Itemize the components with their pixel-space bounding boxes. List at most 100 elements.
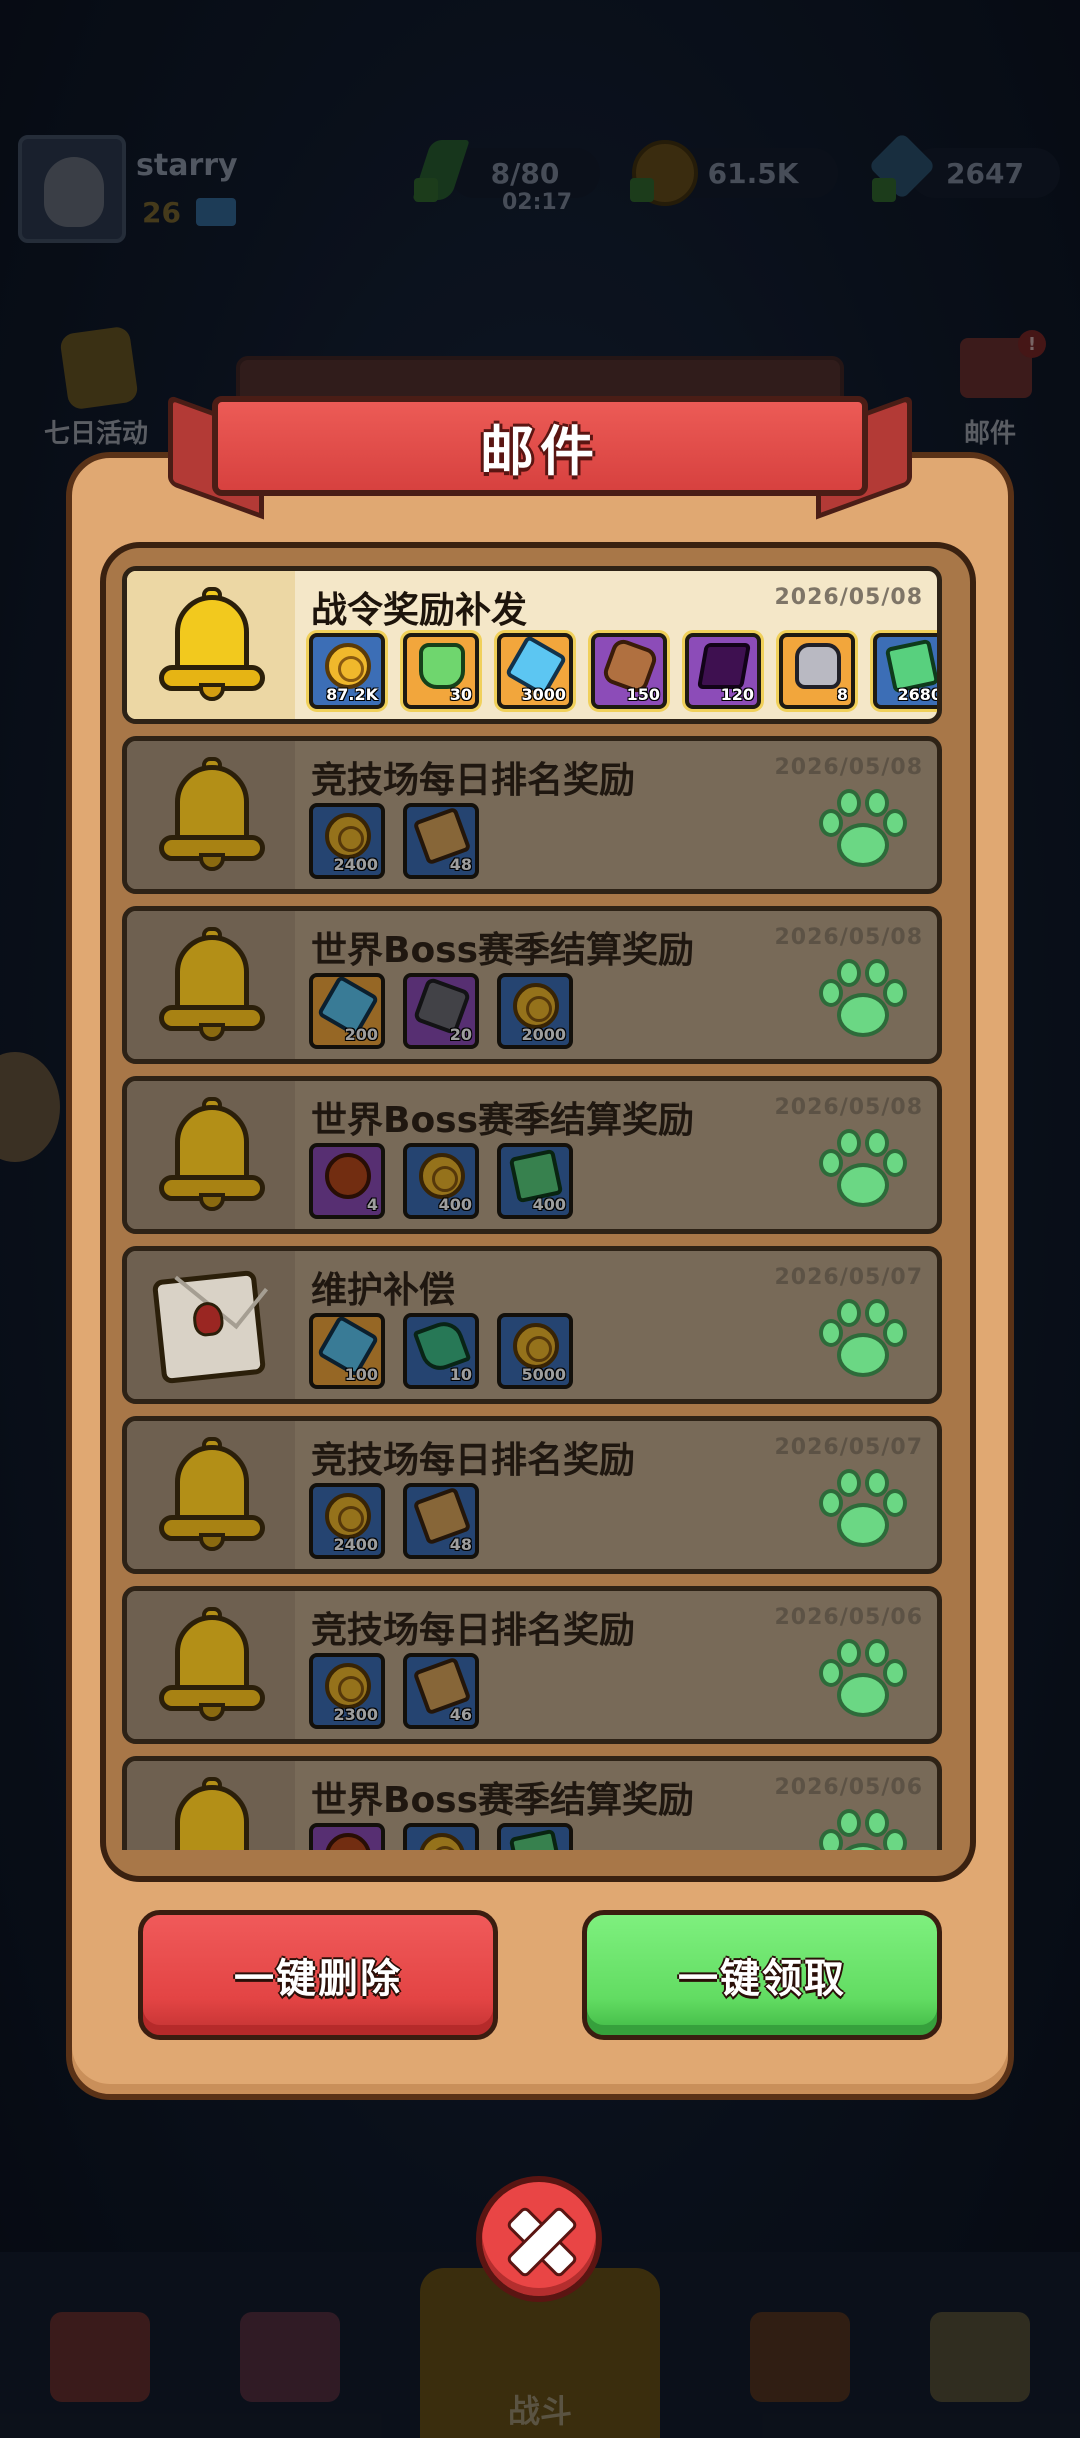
coin-icon: [419, 1833, 465, 1850]
reward-item-ticket[interactable]: 48: [403, 1483, 479, 1559]
reward-qty: 2400: [333, 855, 378, 874]
reward-qty: 150: [626, 685, 660, 704]
mail-date: 2026/05/08: [774, 585, 923, 610]
reward-items: [309, 1823, 573, 1850]
reward-item-coin[interactable]: [403, 1823, 479, 1850]
mail-title: 战令奖励补发: [311, 590, 528, 631]
mail-row[interactable]: 世界Boss赛季结算奖励 2026/05/06: [122, 1756, 942, 1850]
delete-all-label: 一键删除: [234, 1956, 402, 2002]
reward-qty: 20: [449, 1025, 472, 1044]
mail-icon-box: [127, 741, 295, 889]
claimed-paw-icon: [815, 1633, 911, 1729]
reward-qty: 4: [366, 1195, 378, 1214]
reward-items: 2400 48: [309, 1483, 479, 1563]
mail-title: 世界Boss赛季结算奖励: [311, 1780, 695, 1821]
reward-qty: 5000: [521, 1365, 566, 1384]
flame-icon: [325, 1153, 371, 1199]
reward-item-flame[interactable]: 4: [309, 1143, 385, 1219]
reward-items: 100 10 5000: [309, 1313, 573, 1393]
reward-item-coin[interactable]: 2000: [497, 973, 573, 1049]
mail-row[interactable]: 竞技场每日排名奖励 2026/05/06 2300 46: [122, 1586, 942, 1744]
reward-qty: 46: [449, 1705, 472, 1724]
reward-item-coin[interactable]: 2300: [309, 1653, 385, 1729]
bell-icon: [157, 1097, 267, 1215]
mail-date: 2026/05/08: [774, 755, 923, 780]
claimed-paw-icon: [815, 1463, 911, 1559]
bell-icon: [157, 927, 267, 1045]
mail-icon-box: [127, 1251, 295, 1399]
reward-item-leaf[interactable]: 10: [403, 1313, 479, 1389]
coin-icon: [325, 1663, 371, 1709]
delete-all-button[interactable]: 一键删除: [138, 1910, 498, 2040]
coin-icon: [325, 813, 371, 859]
reward-qty: 2680: [897, 685, 942, 704]
reward-item-exp[interactable]: [497, 1823, 573, 1850]
mail-title: 世界Boss赛季结算奖励: [311, 930, 695, 971]
mail-row[interactable]: 战令奖励补发 2026/05/08 87.2K 30 3000 150 120 8 2680: [122, 566, 942, 724]
claimed-paw-icon: [815, 783, 911, 879]
mail-row[interactable]: 维护补偿 2026/05/07 100 10 5000: [122, 1246, 942, 1404]
mail-title: 竞技场每日排名奖励: [311, 760, 636, 801]
claimed-paw-icon: [815, 1803, 911, 1850]
mail-icon-box: [127, 1761, 295, 1850]
mail-date: 2026/05/06: [774, 1775, 923, 1800]
claim-all-button[interactable]: 一键领取: [582, 1910, 942, 2040]
mail-date: 2026/05/08: [774, 925, 923, 950]
reward-item-coin[interactable]: 400: [403, 1143, 479, 1219]
mail-icon-box: [127, 1421, 295, 1569]
reward-items: 200 20 2000: [309, 973, 573, 1053]
reward-item-flame[interactable]: [309, 1823, 385, 1850]
reward-qty: 2400: [333, 1535, 378, 1554]
bell-icon: [157, 757, 267, 875]
reward-item-mystery[interactable]: 20: [403, 973, 479, 1049]
reward-item-gem[interactable]: 100: [309, 1313, 385, 1389]
coin-icon: [513, 1323, 559, 1369]
mail-icon-box: [127, 911, 295, 1059]
reward-item-coin[interactable]: 87.2K: [309, 633, 385, 709]
reward-item-exp[interactable]: 2680: [873, 633, 942, 709]
mail-row[interactable]: 竞技场每日排名奖励 2026/05/07 2400 48: [122, 1416, 942, 1574]
reward-qty: 87.2K: [326, 685, 378, 704]
mail-title: 竞技场每日排名奖励: [311, 1440, 636, 1481]
reward-item-gem[interactable]: 200: [309, 973, 385, 1049]
reward-item-potion[interactable]: 30: [403, 633, 479, 709]
reward-qty: 100: [344, 1365, 378, 1384]
coin-icon: [325, 1493, 371, 1539]
mail-list[interactable]: 战令奖励补发 2026/05/08 87.2K 30 3000 150 120 8 2680 竞技…: [118, 560, 946, 1850]
coin-icon: [325, 643, 371, 689]
mail-date: 2026/05/08: [774, 1095, 923, 1120]
reward-item-ticket[interactable]: 46: [403, 1653, 479, 1729]
mail-icon-box: [127, 1081, 295, 1229]
mail-title: 维护补偿: [311, 1270, 456, 1311]
potion-icon: [419, 643, 465, 689]
mail-row[interactable]: 世界Boss赛季结算奖励 2026/05/08 200 20 2000: [122, 906, 942, 1064]
reward-item-gem[interactable]: 3000: [497, 633, 573, 709]
bell-icon: [157, 1607, 267, 1725]
reward-item-coin[interactable]: 2400: [309, 803, 385, 879]
reward-qty: 120: [720, 685, 754, 704]
reward-qty: 2300: [333, 1705, 378, 1724]
reward-item-exp[interactable]: 400: [497, 1143, 573, 1219]
claimed-paw-icon: [815, 953, 911, 1049]
close-dialog-button[interactable]: [476, 2176, 602, 2302]
reward-item-ticket[interactable]: 48: [403, 803, 479, 879]
mail-title: 世界Boss赛季结算奖励: [311, 1100, 695, 1141]
mail-date: 2026/05/07: [774, 1265, 923, 1290]
reward-item-rock[interactable]: 150: [591, 633, 667, 709]
claim-all-label: 一键领取: [678, 1956, 846, 2002]
reward-item-coin[interactable]: 2400: [309, 1483, 385, 1559]
reward-qty: 200: [344, 1025, 378, 1044]
mail-row[interactable]: 竞技场每日排名奖励 2026/05/08 2400 48: [122, 736, 942, 894]
mail-icon-box: [127, 571, 295, 719]
reward-item-cat[interactable]: 8: [779, 633, 855, 709]
reward-qty: 48: [449, 855, 472, 874]
reward-item-shard[interactable]: 120: [685, 633, 761, 709]
reward-items: 2300 46: [309, 1653, 479, 1733]
dialog-title-ribbon: 邮件: [212, 396, 868, 496]
mail-list-frame: 战令奖励补发 2026/05/08 87.2K 30 3000 150 120 8 2680 竞技…: [100, 542, 976, 1882]
mail-title: 竞技场每日排名奖励: [311, 1610, 636, 1651]
bell-icon: [157, 1777, 267, 1850]
reward-items: 4 400 400: [309, 1143, 573, 1223]
mail-row[interactable]: 世界Boss赛季结算奖励 2026/05/08 4 400 400: [122, 1076, 942, 1234]
reward-item-coin[interactable]: 5000: [497, 1313, 573, 1389]
